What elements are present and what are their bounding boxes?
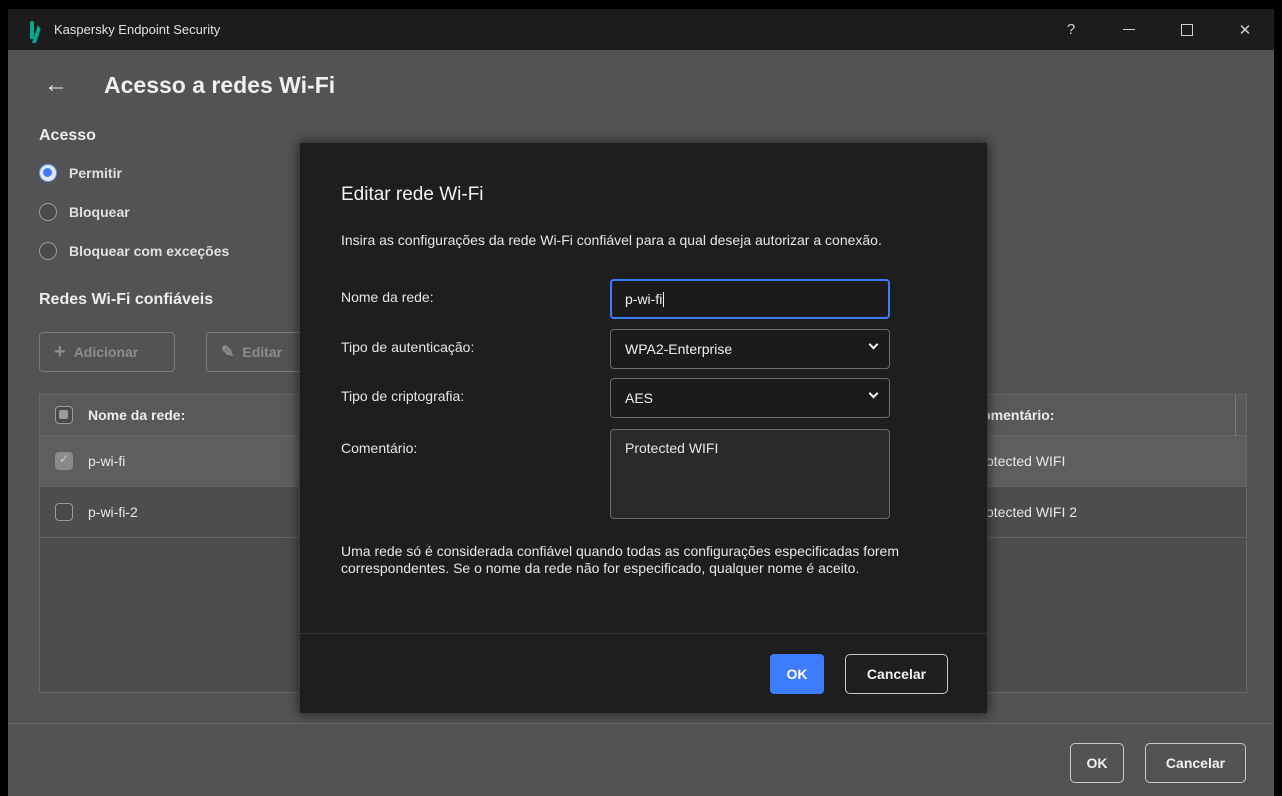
network-name-value: p-wi-fi	[625, 291, 663, 307]
minimize-button[interactable]	[1100, 9, 1158, 50]
page-title: Acesso a redes Wi-Fi	[104, 71, 336, 98]
dialog-note: Uma rede só é considerada confiável quan…	[341, 543, 899, 576]
close-icon: ✕	[1238, 21, 1252, 39]
dialog-cancel-button[interactable]: Cancelar	[845, 654, 948, 694]
auth-type-value: WPA2-Enterprise	[625, 341, 733, 357]
row-network-name: p-wi-fi	[88, 453, 126, 469]
plus-icon: +	[54, 340, 66, 363]
radio-label: Bloquear com exceções	[69, 243, 230, 259]
dialog-description: Insira as configurações da rede Wi-Fi co…	[341, 232, 882, 248]
dialog-ok-button[interactable]: OK	[770, 654, 824, 694]
maximize-icon	[1181, 23, 1193, 36]
close-button[interactable]: ✕	[1216, 9, 1274, 50]
row-checkbox[interactable]	[55, 452, 73, 470]
add-button[interactable]: + Adicionar	[39, 332, 175, 372]
dialog-footer: OK Cancelar	[300, 633, 987, 715]
edit-label: Editar	[242, 344, 283, 360]
dialog-title: Editar rede Wi-Fi	[341, 184, 484, 205]
select-all-checkbox[interactable]	[55, 406, 73, 424]
radio-label: Bloquear	[69, 204, 130, 220]
encryption-type-label: Tipo de criptografia:	[341, 388, 465, 404]
column-header-name[interactable]: Nome da rede:	[88, 407, 185, 423]
app-title: Kaspersky Endpoint Security	[54, 22, 221, 37]
auth-type-label: Tipo de autenticação:	[341, 339, 475, 355]
row-checkbox[interactable]	[55, 503, 73, 521]
auth-type-select[interactable]: WPA2-Enterprise	[610, 329, 890, 369]
maximize-button[interactable]	[1158, 9, 1216, 50]
radio-permitir[interactable]: Permitir	[39, 164, 122, 182]
radio-button-checked[interactable]	[39, 164, 57, 182]
chevron-down-icon	[868, 388, 879, 399]
kaspersky-logo-icon	[30, 20, 44, 39]
ok-button[interactable]: OK	[1070, 743, 1124, 783]
encryption-type-select[interactable]: AES	[610, 378, 890, 418]
text-caret	[663, 291, 665, 307]
radio-button[interactable]	[39, 242, 57, 260]
comment-label: Comentário:	[341, 440, 418, 456]
column-divider[interactable]	[1235, 395, 1236, 436]
window-controls: ? ✕	[1042, 9, 1274, 50]
title-bar: Kaspersky Endpoint Security ? ✕	[8, 9, 1274, 50]
cancel-button[interactable]: Cancelar	[1145, 743, 1246, 783]
radio-bloquear-com-excecoes[interactable]: Bloquear com exceções	[39, 242, 229, 260]
back-arrow-icon[interactable]: ←	[44, 71, 74, 99]
pencil-icon: ✎	[221, 344, 235, 361]
row-network-name: p-wi-fi-2	[88, 504, 138, 520]
edit-wifi-dialog: Editar rede Wi-Fi Insira as configuraçõe…	[299, 142, 988, 714]
radio-bloquear[interactable]: Bloquear	[39, 203, 130, 221]
radio-button[interactable]	[39, 203, 57, 221]
minimize-icon	[1123, 28, 1135, 31]
trusted-networks-title: Redes Wi-Fi confiáveis	[39, 291, 214, 308]
radio-label: Permitir	[69, 165, 122, 181]
page-header: ← Acesso a redes Wi-Fi	[44, 71, 335, 99]
chevron-down-icon	[868, 339, 879, 350]
network-name-label: Nome da rede:	[341, 289, 434, 305]
encryption-type-value: AES	[625, 390, 654, 406]
comment-textarea[interactable]: Protected WIFI	[610, 429, 890, 519]
access-section-title: Acesso	[39, 127, 96, 144]
network-name-input[interactable]: p-wi-fi	[610, 279, 890, 319]
add-label: Adicionar	[73, 344, 139, 360]
help-button[interactable]: ?	[1042, 9, 1100, 50]
window-footer: OK Cancelar	[8, 723, 1274, 796]
